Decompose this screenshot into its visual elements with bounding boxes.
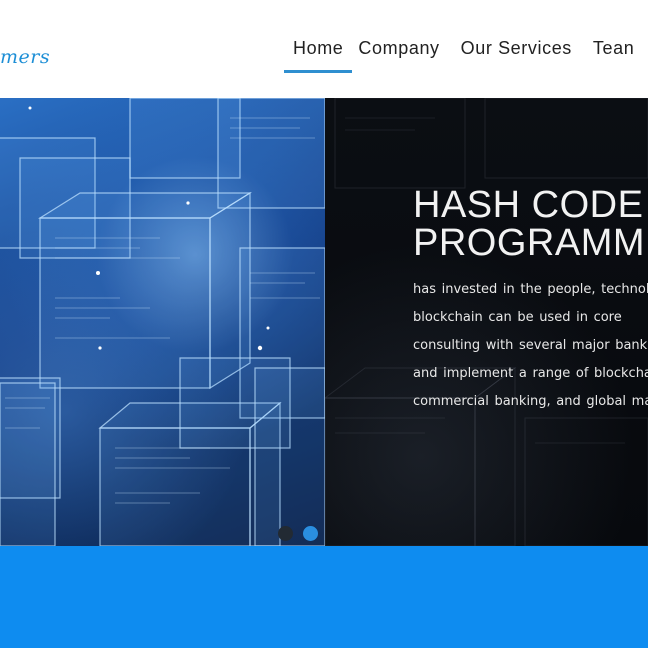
hero-title-line-2: PROGRAMM bbox=[413, 222, 645, 264]
glass-cubes-graphic bbox=[0, 98, 325, 546]
hero-carousel: HASH CODE PROGRAMM has invested in the p… bbox=[0, 98, 648, 546]
hero-title: HASH CODE PROGRAMM bbox=[413, 186, 645, 262]
hero-description-line: and implement a range of blockchain- bbox=[413, 366, 648, 381]
site-logo[interactable]: mers bbox=[0, 48, 50, 67]
blue-section-band bbox=[0, 546, 648, 648]
hero-blockchain-image bbox=[0, 98, 325, 546]
hero-description-line: consulting with several major bankin bbox=[413, 338, 648, 353]
site-header: mers Home Company Our Services Tean bbox=[0, 0, 648, 98]
nav-item-our-services[interactable]: Our Services bbox=[461, 36, 572, 76]
carousel-indicators bbox=[278, 526, 318, 541]
hero-description-line: has invested in the people, technolo bbox=[413, 282, 648, 297]
nav-item-home[interactable]: Home bbox=[284, 36, 353, 76]
carousel-dot-icon[interactable] bbox=[278, 526, 293, 541]
hero-description-line: blockchain can be used in core bbox=[413, 310, 622, 325]
main-nav: Home Company Our Services Tean bbox=[284, 36, 648, 76]
nav-item-team[interactable]: Tean bbox=[593, 36, 634, 76]
hero-title-line-1: HASH CODE bbox=[413, 184, 644, 226]
nav-item-company[interactable]: Company bbox=[358, 36, 439, 76]
carousel-dot-icon[interactable] bbox=[303, 526, 318, 541]
hero-description: has invested in the people, technolo blo… bbox=[413, 282, 648, 422]
hero-description-line: commercial banking, and global mark bbox=[413, 394, 648, 409]
